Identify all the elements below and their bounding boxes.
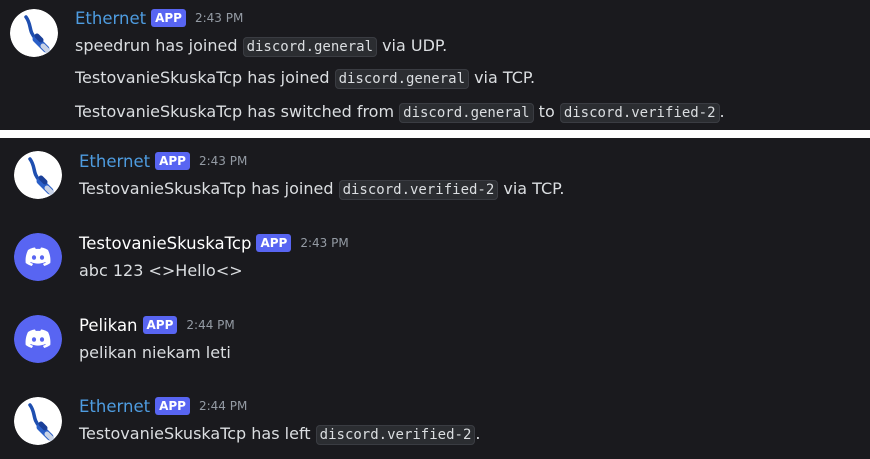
- message-group: Ethernet APP 2:43 PM speedrun has joined…: [0, 0, 870, 130]
- timestamp[interactable]: 2:43 PM: [300, 236, 348, 250]
- author-name[interactable]: Ethernet: [79, 397, 150, 416]
- discord-logo-icon: [14, 315, 62, 363]
- channel-code: discord.verified-2: [315, 425, 476, 445]
- message-text: TestovanieSkuskaTcp has joined: [75, 68, 335, 87]
- avatar[interactable]: [14, 315, 62, 363]
- channel-code: discord.verified-2: [338, 180, 499, 200]
- ethernet-cable-icon: [14, 151, 62, 199]
- timestamp[interactable]: 2:44 PM: [186, 318, 234, 332]
- message-text: TestovanieSkuskaTcp has joined: [79, 179, 339, 198]
- message-line: TestovanieSkuskaTcp has joined discord.g…: [75, 66, 535, 90]
- ethernet-cable-icon: [14, 397, 62, 445]
- app-badge: APP: [155, 152, 190, 170]
- message-line: speedrun has joined discord.general via …: [75, 34, 447, 58]
- message-header: TestovanieSkuskaTcp APP 2:43 PM: [79, 232, 349, 254]
- avatar[interactable]: [10, 9, 58, 57]
- app-badge: APP: [155, 397, 190, 415]
- message-text: speedrun has joined: [75, 36, 243, 55]
- message-text: TestovanieSkuskaTcp has switched from: [75, 102, 400, 121]
- author-name[interactable]: TestovanieSkuskaTcp: [79, 234, 251, 253]
- channel-code: discord.general: [399, 103, 534, 123]
- message-header: Ethernet APP 2:44 PM: [79, 395, 247, 417]
- channel-code: discord.verified-2: [559, 103, 720, 123]
- message-text: via UDP.: [377, 36, 448, 55]
- message-text: via TCP.: [498, 179, 565, 198]
- message-header: Pelikan APP 2:44 PM: [79, 314, 235, 336]
- message-line: TestovanieSkuskaTcp has joined discord.v…: [79, 177, 564, 201]
- discord-logo-icon: [14, 233, 62, 281]
- channel-code: discord.general: [242, 37, 377, 57]
- app-badge: APP: [256, 234, 292, 252]
- message-text: TestovanieSkuskaTcp has left: [79, 424, 316, 443]
- avatar[interactable]: [14, 151, 62, 199]
- message-panel-bottom: Ethernet APP 2:43 PM TestovanieSkuskaTcp…: [0, 138, 870, 459]
- message-text: .: [719, 102, 725, 121]
- message-line: TestovanieSkuskaTcp has left discord.ver…: [79, 422, 480, 446]
- timestamp[interactable]: 2:44 PM: [199, 399, 247, 413]
- app-badge: APP: [151, 9, 186, 27]
- avatar[interactable]: [14, 397, 62, 445]
- timestamp[interactable]: 2:43 PM: [195, 11, 243, 25]
- message-line: abc 123 <>Hello<>: [79, 261, 243, 280]
- message-text: to: [533, 102, 560, 121]
- channel-code: discord.general: [334, 69, 469, 89]
- message-text: via TCP.: [469, 68, 536, 87]
- message-line: pelikan niekam leti: [79, 343, 231, 362]
- message-header: Ethernet APP 2:43 PM: [75, 7, 243, 29]
- avatar[interactable]: [14, 233, 62, 281]
- message-line: TestovanieSkuskaTcp has switched from di…: [75, 100, 725, 124]
- message-group: Ethernet APP 2:43 PM TestovanieSkuskaTcp…: [0, 138, 870, 218]
- message-header: Ethernet APP 2:43 PM: [79, 150, 247, 172]
- message-group: TestovanieSkuskaTcp APP 2:43 PM abc 123 …: [0, 220, 870, 300]
- ethernet-cable-icon: [10, 9, 58, 57]
- author-name[interactable]: Ethernet: [75, 9, 146, 28]
- app-badge: APP: [142, 316, 178, 334]
- author-name[interactable]: Pelikan: [79, 316, 138, 335]
- message-group: Pelikan APP 2:44 PM pelikan niekam leti: [0, 302, 870, 382]
- message-group: Ethernet APP 2:44 PM TestovanieSkuskaTcp…: [0, 384, 870, 459]
- timestamp[interactable]: 2:43 PM: [199, 154, 247, 168]
- message-panel-top: Ethernet APP 2:43 PM speedrun has joined…: [0, 0, 870, 130]
- message-text: .: [475, 424, 481, 443]
- author-name[interactable]: Ethernet: [79, 152, 150, 171]
